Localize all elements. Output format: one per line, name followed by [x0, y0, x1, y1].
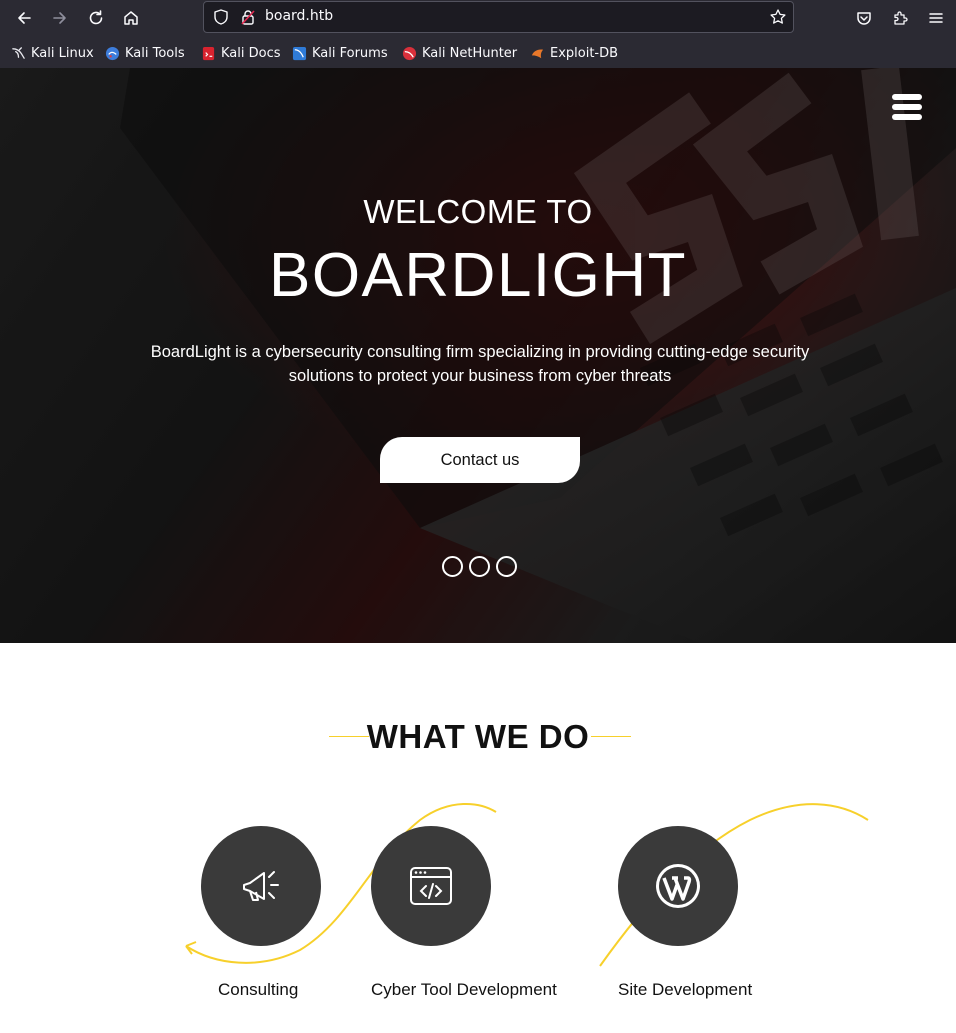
cyber-tool-card[interactable] — [371, 826, 491, 946]
hamburger-menu-icon[interactable] — [922, 4, 950, 32]
bookmark-label: Kali Linux — [31, 45, 94, 61]
bookmark-exploit-db[interactable]: Exploit-DB — [530, 43, 618, 63]
bookmark-star-icon[interactable] — [769, 8, 787, 26]
hero-subtitle: WELCOME TO — [363, 193, 593, 230]
kali-tools-icon — [105, 46, 120, 60]
section-heading: WHAT WE DO — [366, 718, 590, 755]
shield-icon[interactable] — [212, 8, 230, 26]
consulting-label: Consulting — [218, 980, 299, 999]
browser-chrome: board.htb Kali Linux Kali Tools Kali Doc… — [0, 0, 956, 68]
kali-nethunter-icon — [402, 46, 417, 60]
bookmarks-toolbar: Kali Linux Kali Tools Kali Docs Kali For… — [0, 40, 956, 66]
bookmark-kali-forums[interactable]: Kali Forums — [292, 43, 388, 63]
kali-docs-icon — [202, 46, 215, 60]
reload-icon[interactable] — [82, 4, 110, 32]
bookmark-kali-tools[interactable]: Kali Tools — [105, 43, 185, 63]
back-arrow-icon[interactable] — [10, 4, 38, 32]
site-development-card[interactable] — [618, 826, 738, 946]
kali-forums-icon — [292, 46, 307, 60]
hero-section: WELCOME TO BOARDLIGHT BoardLight is a cy… — [0, 68, 956, 643]
forward-arrow-icon[interactable] — [46, 4, 74, 32]
heading-line-right — [591, 736, 631, 737]
bookmark-label: Kali Docs — [221, 45, 281, 61]
hero-description: BoardLight is a cybersecurity consulting… — [150, 343, 810, 385]
kali-dragon-icon — [12, 46, 25, 59]
menu-bars-icon[interactable] — [892, 94, 924, 120]
bookmark-label: Kali Tools — [125, 45, 185, 61]
consulting-card[interactable] — [201, 826, 321, 946]
exploit-db-icon — [531, 49, 544, 58]
bookmark-kali-nethunter[interactable]: Kali NetHunter — [402, 43, 517, 63]
home-icon[interactable] — [117, 4, 145, 32]
site-development-label: Site Development — [618, 980, 753, 999]
hero-title: BOARDLIGHT — [268, 241, 688, 310]
contact-us-button[interactable]: Contact us — [380, 437, 580, 483]
carousel-indicator-1[interactable] — [442, 556, 463, 577]
carousel-indicator-3[interactable] — [496, 556, 517, 577]
pocket-icon[interactable] — [850, 4, 878, 32]
lock-icon[interactable] — [239, 8, 257, 26]
address-bar[interactable]: board.htb — [203, 1, 794, 33]
code-window-icon — [410, 867, 452, 905]
cyber-tool-label: Cyber Tool Development — [371, 980, 557, 999]
megaphone-icon — [243, 871, 279, 901]
bookmark-label: Kali Forums — [312, 45, 388, 61]
carousel-indicator-2[interactable] — [469, 556, 490, 577]
wordpress-icon — [656, 864, 700, 908]
bookmark-label: Exploit-DB — [550, 45, 619, 61]
bookmark-kali-docs[interactable]: Kali Docs — [201, 43, 281, 63]
url-text[interactable]: board.htb — [265, 8, 333, 24]
bookmark-kali-linux[interactable]: Kali Linux — [11, 43, 94, 63]
bookmark-label: Kali NetHunter — [422, 45, 518, 61]
extensions-icon[interactable] — [886, 4, 914, 32]
browser-toolbar: board.htb — [0, 0, 956, 36]
